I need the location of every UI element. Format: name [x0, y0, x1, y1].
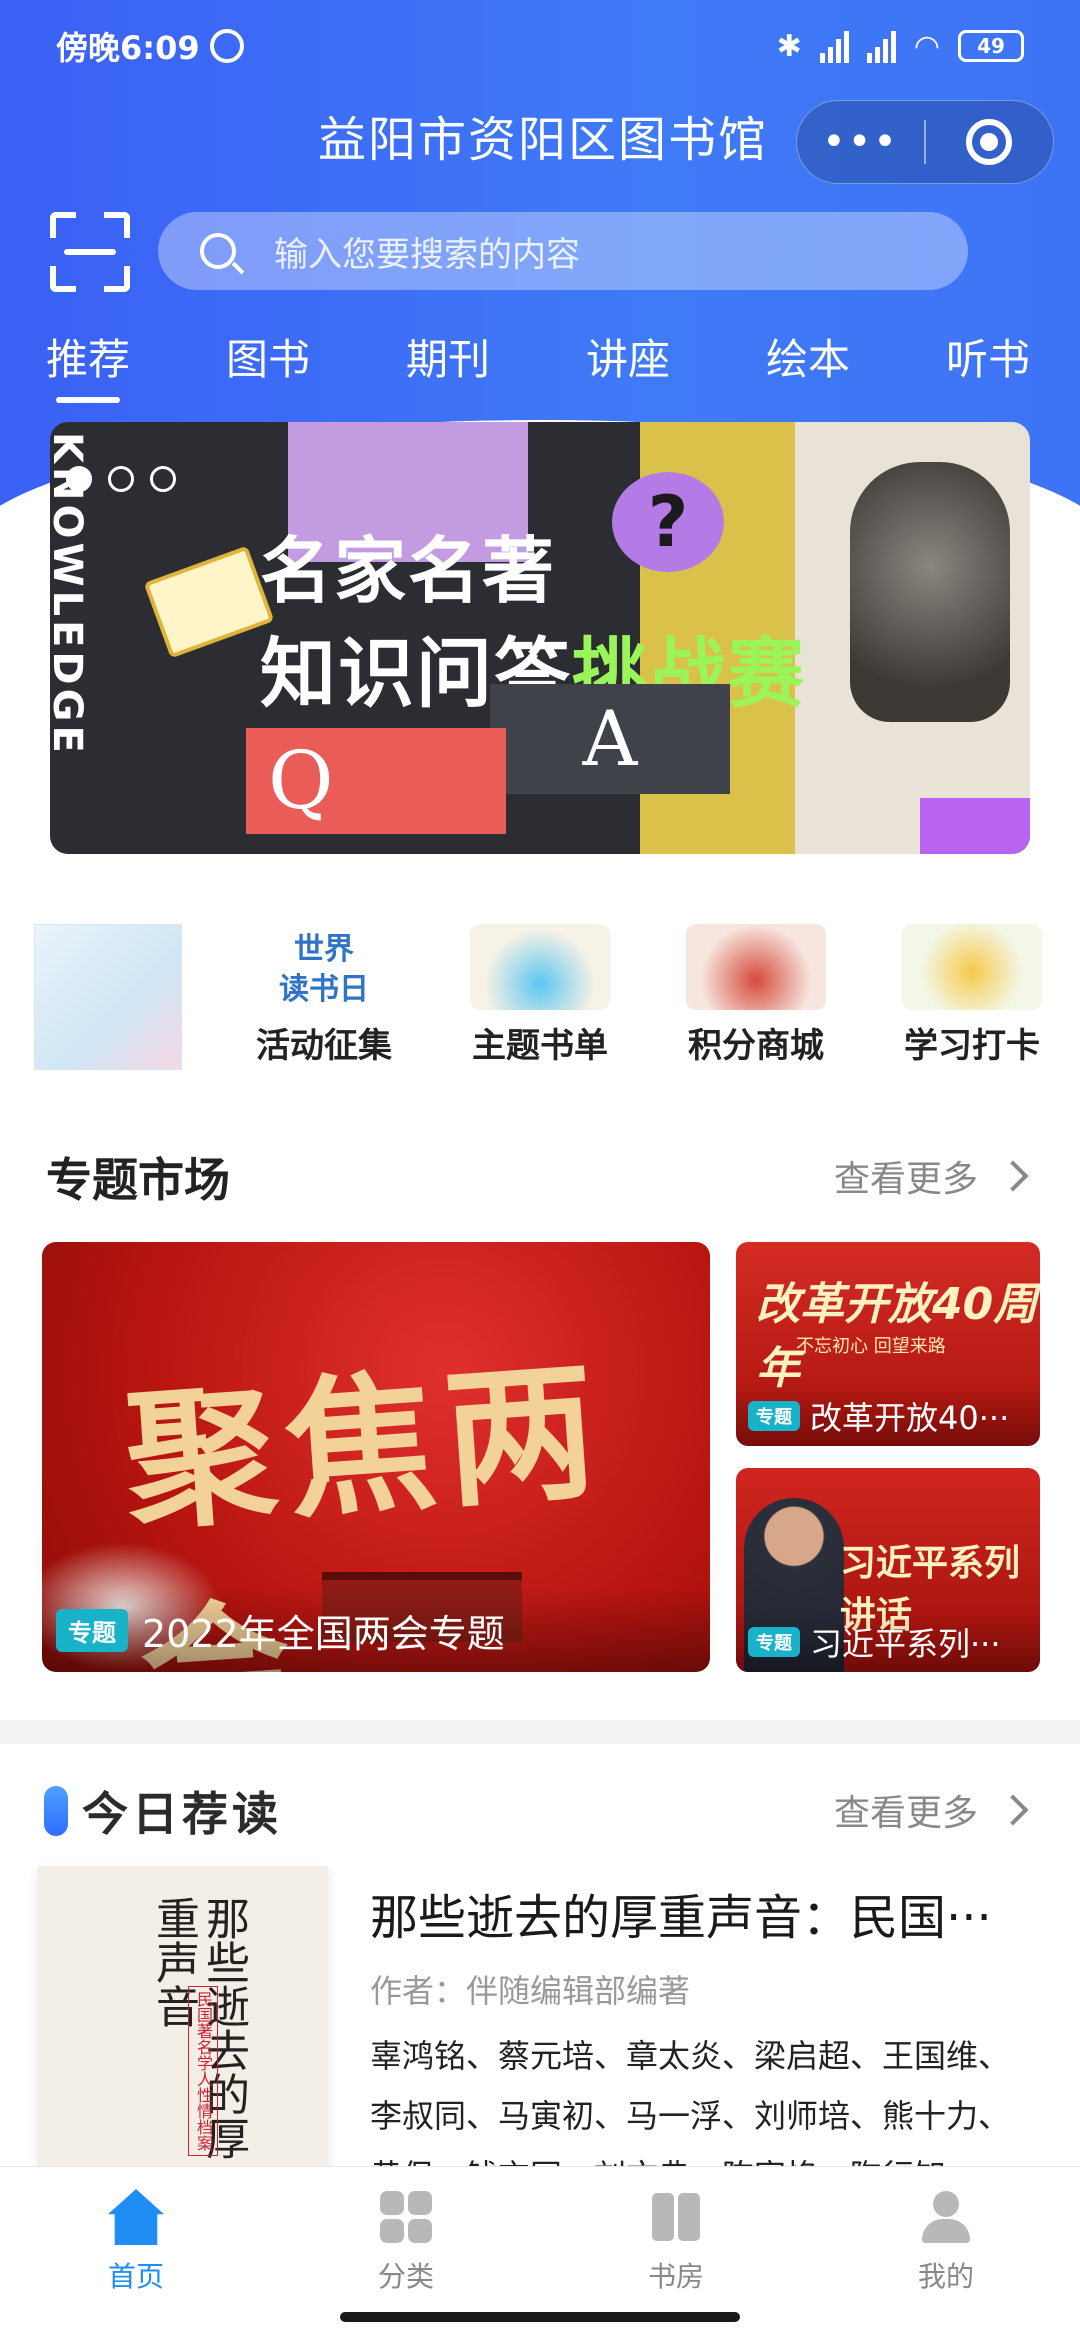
- alarm-icon: [209, 29, 244, 63]
- banner-headline-1: 名家名著: [260, 529, 557, 613]
- home-indicator: [340, 2312, 740, 2322]
- topic-badge: 专题: [748, 1401, 800, 1431]
- bluetooth-icon: ✱: [776, 28, 802, 64]
- search-icon: [200, 233, 236, 269]
- more-label: 查看更多: [833, 1159, 978, 1200]
- more-label: 查看更多: [833, 1793, 978, 1834]
- quick-booklist[interactable]: 主题书单: [460, 924, 620, 1067]
- carousel-dot[interactable]: [108, 466, 134, 492]
- book-author: 作者：伴随编辑部编著: [370, 1972, 691, 2010]
- quick-label: 活动征集: [256, 1026, 392, 1066]
- topic-more-link[interactable]: 查看更多: [833, 1150, 1029, 1202]
- nav-study[interactable]: 书房: [596, 2189, 756, 2295]
- question-box: Q: [246, 728, 506, 834]
- chevron-right-icon: [997, 1794, 1029, 1826]
- tab-audiobooks[interactable]: 听书: [946, 326, 1030, 387]
- banner-side-text: KNOWLEDGE: [50, 432, 90, 757]
- topic-card-title: 2022年全国两会专题: [142, 1611, 505, 1656]
- quick-entries: 世界 读书日 活动征集 主题书单 积分商城 学习打卡: [0, 924, 1080, 1074]
- grid-icon: [378, 2189, 434, 2245]
- category-tabs: 推荐 图书 期刊 讲座 绘本 听书: [0, 326, 1080, 403]
- tab-recommend[interactable]: 推荐: [46, 326, 130, 403]
- quick-mall[interactable]: 积分商城: [676, 924, 836, 1067]
- book-cover[interactable]: 那些逝去的厚重声音 民国著名学人性情档案: [38, 1866, 328, 2166]
- banner-carousel[interactable]: KNOWLEDGE ? 名家名著 知识问答挑战赛 A Q: [50, 422, 1030, 854]
- topic-badge: 专题: [56, 1608, 128, 1652]
- carousel-indicator: [66, 466, 176, 492]
- world-book-day-icon: 世界 读书日: [279, 932, 369, 1007]
- section-title: 专题市场: [46, 1153, 230, 1207]
- book-icon: [143, 545, 275, 659]
- signal-icon: [819, 29, 849, 63]
- topic-card-title: 改革开放40···: [810, 1399, 1010, 1437]
- answer-bubble: A: [490, 684, 730, 794]
- banner-corner: [920, 798, 1030, 854]
- user-icon: [918, 2189, 974, 2245]
- battery-icon: 49: [958, 30, 1024, 62]
- nav-label: 书房: [647, 2260, 704, 2293]
- status-icons: ✱ ◠ 49: [777, 29, 1024, 64]
- points-mall-icon: [686, 924, 826, 1010]
- topic-booklist-icon: [470, 924, 610, 1010]
- nav-home[interactable]: 首页: [56, 2189, 216, 2295]
- quick-activity[interactable]: 世界 读书日 活动征集: [244, 924, 404, 1067]
- nav-label: 我的: [917, 2260, 974, 2293]
- home-icon: [108, 2189, 164, 2245]
- nav-label: 首页: [107, 2260, 164, 2293]
- chevron-right-icon: [997, 1160, 1029, 1192]
- topic-card-footer: 专题 改革开放40···: [736, 1386, 1040, 1446]
- carousel-dot[interactable]: [66, 466, 92, 492]
- page-title: 益阳市资阳区图书馆: [318, 112, 769, 168]
- scan-icon[interactable]: [50, 212, 130, 292]
- topic-card-speech[interactable]: 习近平系列讲话 专题 习近平系列···: [736, 1468, 1040, 1672]
- section-title: 今日荐读: [82, 1787, 282, 1841]
- tab-lectures[interactable]: 讲座: [586, 326, 670, 387]
- today-more-link[interactable]: 查看更多: [833, 1784, 1029, 1836]
- more-button[interactable]: •••: [797, 119, 924, 165]
- wifi-icon: ◠: [913, 28, 940, 64]
- section-divider: [0, 1720, 1080, 1744]
- study-checkin-icon: [902, 924, 1042, 1010]
- title-bar: 益阳市资阳区图书馆 •••: [0, 100, 1080, 184]
- topic-card-title: 习近平系列···: [810, 1625, 1001, 1663]
- section-accent-bar: [44, 1786, 68, 1836]
- tab-books[interactable]: 图书: [226, 326, 310, 387]
- banner-portrait: [850, 462, 1010, 722]
- quick-label: 学习打卡: [904, 1026, 1040, 1066]
- status-time: 傍晚6:09: [56, 29, 200, 67]
- target-icon: [966, 119, 1013, 165]
- nav-label: 分类: [377, 2260, 434, 2293]
- quick-label: 积分商城: [688, 1026, 824, 1066]
- search-placeholder: 输入您要搜索的内容: [274, 234, 580, 275]
- topic-badge: 专题: [748, 1627, 800, 1657]
- status-bar: 傍晚6:09 ✱ ◠ 49: [56, 22, 1024, 70]
- topic-card-footer: 专题 2022年全国两会专题: [42, 1588, 710, 1672]
- topic-market-header: 专题市场 查看更多: [0, 1144, 1080, 1214]
- book-title[interactable]: 那些逝去的厚重声音：民国···: [370, 1878, 1030, 1948]
- world-reading-day-poster[interactable]: [34, 924, 182, 1070]
- topic-card-footer: 专题 习近平系列···: [736, 1612, 1040, 1672]
- search-input[interactable]: 输入您要搜索的内容: [158, 212, 968, 290]
- nav-category[interactable]: 分类: [326, 2189, 486, 2295]
- today-header: 今日荐读 查看更多: [0, 1778, 1080, 1848]
- tab-picture-books[interactable]: 绘本: [766, 326, 850, 387]
- topic-card-main[interactable]: 聚焦两会 专题 2022年全国两会专题: [42, 1242, 710, 1672]
- topic-art-subtext: 不忘初心 回望来路: [796, 1336, 946, 1357]
- close-miniapp-button[interactable]: [926, 119, 1053, 165]
- miniapp-capsule: •••: [796, 100, 1054, 184]
- book-description: 辜鸿铭、蔡元培、章太炎、梁启超、王国维、李叔同、马寅初、马一浮、刘师培、熊十力、…: [370, 2037, 1011, 2176]
- quick-label: 主题书单: [472, 1026, 608, 1066]
- cover-subtitle: 民国著名学人性情档案: [188, 1986, 218, 2156]
- nav-profile[interactable]: 我的: [866, 2189, 1026, 2295]
- quick-checkin[interactable]: 学习打卡: [892, 924, 1052, 1067]
- question-bubble: ?: [612, 472, 724, 572]
- bookshelf-icon: [648, 2189, 704, 2245]
- tab-periodicals[interactable]: 期刊: [406, 326, 490, 387]
- signal-icon-2: [866, 29, 896, 63]
- carousel-dot[interactable]: [150, 466, 176, 492]
- topic-card-reform[interactable]: 改革开放40周年 不忘初心 回望来路 专题 改革开放40···: [736, 1242, 1040, 1446]
